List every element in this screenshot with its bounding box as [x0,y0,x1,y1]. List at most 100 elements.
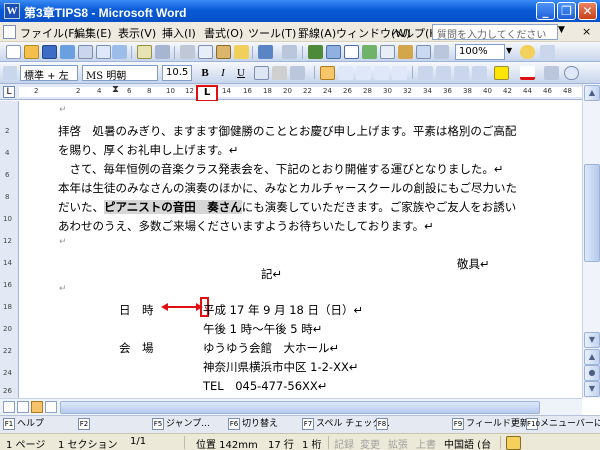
read-mode-icon[interactable] [540,45,555,59]
toolbar-separator [252,46,253,59]
status-trk[interactable]: 変更 [360,436,380,450]
selected-pianist-name[interactable]: ピアニストの音田 奏さん [104,200,242,214]
outline-view-icon[interactable] [45,401,57,413]
decrease-indent-icon[interactable] [454,66,469,80]
print-icon[interactable] [78,45,93,59]
previous-page-button[interactable]: ▲ [584,349,600,365]
next-page-button[interactable]: ▼ [584,381,600,397]
research-icon[interactable] [112,45,127,59]
menu-file[interactable]: ファイル(F) [20,25,79,41]
menu-tools[interactable]: ツール(T) [248,25,296,41]
zoom-select[interactable]: 100% [455,44,505,60]
fkey-f5[interactable]: F5 ジャンプ... [152,418,210,432]
fkey-f6[interactable]: F6 切り替え [228,418,278,432]
minimize-button[interactable]: _ [536,2,555,20]
normal-view-icon[interactable] [3,401,15,413]
horizontal-scrollbar[interactable] [0,398,582,415]
copy-icon[interactable] [198,45,213,59]
scroll-up-button[interactable]: ▲ [584,85,600,101]
browse-object-button[interactable]: ● [584,365,600,381]
permission-icon[interactable] [60,45,75,59]
menu-insert[interactable]: 挿入(I) [162,25,196,41]
cut-icon[interactable] [180,45,195,59]
left-tab-stop[interactable]: L [196,85,218,102]
fkey-f9[interactable]: F9 フィールド更新 [452,418,529,432]
bullets-icon[interactable] [436,66,451,80]
scroll-down-button[interactable]: ▼ [584,332,600,348]
tables-borders-icon[interactable] [326,45,341,59]
char-border-icon[interactable] [254,66,269,80]
thesaurus-icon[interactable] [155,45,170,59]
menu-view[interactable]: 表示(V) [118,25,156,41]
save-icon[interactable] [42,45,57,59]
document-icon[interactable] [3,25,16,39]
new-document-icon[interactable] [6,45,21,59]
print-preview-icon[interactable] [96,45,111,59]
font-size-select[interactable]: 10.5 [162,65,192,81]
horizontal-scroll-thumb[interactable] [60,401,540,414]
underline-button[interactable]: U [234,66,248,80]
document-body[interactable]: ↵ 拝啓 処暑のみぎり、ますます御健勝のこととお慶び申し上げます。平素は格別のご… [19,101,582,398]
ruler-number: 38 [463,87,472,95]
enclose-char-icon[interactable] [564,66,579,80]
redo-icon[interactable] [282,45,297,59]
help-icon[interactable] [520,45,535,59]
scroll-thumb[interactable] [584,164,600,262]
status-ovr[interactable]: 上書 [416,436,436,450]
spelling-icon[interactable] [137,45,152,59]
highlight-icon[interactable] [494,66,509,80]
horizontal-ruler[interactable]: L 2 2 4 ⧗ 6 8 10 12 L 14 16 18 20 22 24 … [0,84,600,102]
tab-selector[interactable]: L [3,86,15,98]
bold-button[interactable]: B [198,66,212,80]
maximize-button[interactable]: ❐ [557,2,576,20]
menu-format[interactable]: 書式(O) [204,25,243,41]
line-spacing-icon[interactable] [392,66,407,80]
drawing-icon[interactable] [398,45,413,59]
document-map-icon[interactable] [416,45,431,59]
italic-button[interactable]: I [216,66,230,80]
web-layout-view-icon[interactable] [17,401,29,413]
justify-icon[interactable] [374,66,389,80]
font-select[interactable]: MS 明朝 [82,65,158,82]
columns-icon[interactable] [380,45,395,59]
help-question-input[interactable]: 質問を入力してください [432,24,558,40]
char-shading-icon[interactable] [272,66,287,80]
close-button[interactable]: ✕ [578,2,597,20]
paste-icon[interactable] [216,45,231,59]
align-left-icon[interactable] [320,66,335,80]
increase-indent-icon[interactable] [472,66,487,80]
first-line-indent-marker[interactable]: ⧗ [112,84,119,95]
vertical-scrollbar[interactable]: ▲ ▼ ▲ ● ▼ [582,84,600,398]
hyperlink-icon[interactable] [308,45,323,59]
fkey-f1[interactable]: F1 ヘルプ [3,418,44,432]
align-right-icon[interactable] [356,66,371,80]
undo-icon[interactable] [258,45,273,59]
fkey-f10[interactable]: F10メニューバーに [526,418,600,432]
ruler-scale[interactable] [19,87,585,97]
vruler-number: 20 [3,325,12,333]
char-scale-icon[interactable] [290,66,305,80]
styles-pane-icon[interactable] [3,66,17,80]
style-select[interactable]: 標準 + 左 [20,65,78,81]
insert-table-icon[interactable] [344,45,359,59]
spelling-status-icon[interactable] [506,436,521,450]
phonetic-guide-icon[interactable] [544,66,559,80]
open-folder-icon[interactable] [24,45,39,59]
show-formatting-icon[interactable] [434,45,449,59]
format-painter-icon[interactable] [234,45,249,59]
align-center-icon[interactable] [338,66,353,80]
status-ext[interactable]: 拡張 [388,436,408,450]
chevron-down-icon[interactable]: ▼ [558,25,565,35]
document-close-button[interactable]: × [582,25,591,38]
vertical-ruler[interactable]: 2 4 6 8 10 12 14 16 18 20 22 24 26 [0,101,19,398]
font-color-icon[interactable] [520,66,535,80]
insert-excel-icon[interactable] [362,45,377,59]
menu-edit[interactable]: 編集(E) [74,25,112,41]
chevron-down-icon[interactable]: ▼ [506,46,512,55]
status-rec[interactable]: 記録 [334,436,354,450]
print-layout-view-icon[interactable] [31,401,43,413]
word-app-icon[interactable]: W [4,3,20,19]
date-label: 日 時 [119,303,154,317]
menu-table[interactable]: 罫線(A) [298,25,336,41]
numbering-icon[interactable] [418,66,433,80]
